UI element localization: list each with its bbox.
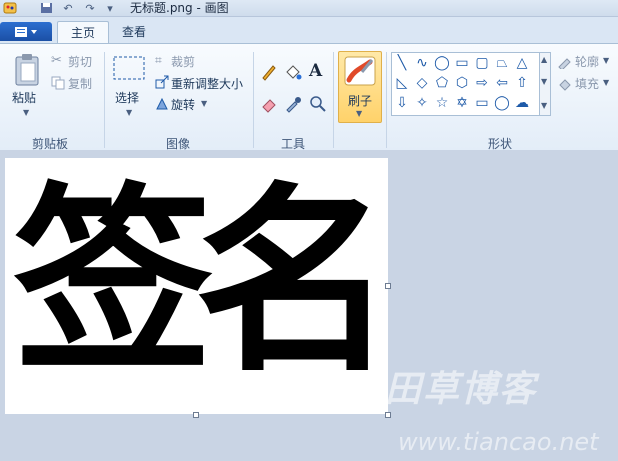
text-icon[interactable]: A [309,61,322,81]
outline-button[interactable]: 轮廓 [575,53,599,70]
cloud-callout-shape-icon[interactable]: ☁ [514,95,530,111]
watermark-logo: 田草博客 [385,369,538,410]
fill-dropdown-icon[interactable]: ▼ [603,78,609,87]
menu-icon [15,26,37,37]
copy-button[interactable]: 复制 [68,75,92,92]
select-icon[interactable] [112,55,146,81]
rotate-dropdown-icon[interactable]: ▼ [201,99,207,108]
rotate-icon[interactable] [155,97,169,111]
ribbon: 粘贴 ▼ ✂ 剪切 复制 剪贴板 选择 ▼ ⌗ 裁剪 重新调整大小 旋转 ▼ 图… [0,43,618,151]
select-button[interactable]: 选择 [115,89,139,106]
cut-icon[interactable]: ✂ [51,53,62,68]
up-arrow-shape-icon[interactable]: ⇧ [514,75,530,91]
redo-icon[interactable]: ↷ [82,1,98,15]
pencil-icon[interactable] [260,63,278,81]
shapes-gallery[interactable]: ╲ ∿ ◯ ▭ ▢ ⏢ △ ◺ ◇ ⬠ ⬡ ⇨ ⇦ ⇧ ⇩ ✧ ☆ ✡ ▭ ◯ … [391,52,541,116]
signature-text: 签名 [13,164,395,399]
cut-button[interactable]: 剪切 [68,53,92,70]
paste-button[interactable]: 粘贴 [12,89,36,106]
rectangle-shape-icon[interactable]: ▭ [454,55,470,71]
select-dropdown-icon[interactable]: ▼ [126,108,132,117]
fill-button[interactable]: 填充 [575,75,599,92]
separator [104,52,105,148]
eraser-icon[interactable] [260,95,278,113]
separator [386,52,387,148]
scroll-down-icon[interactable]: ▼ [541,77,547,86]
diamond-shape-icon[interactable]: ◇ [414,75,430,91]
more-shapes-icon[interactable]: ▼ [541,101,547,110]
separator [253,52,254,148]
resize-handle-bottom[interactable] [193,412,199,418]
outline-dropdown-icon[interactable]: ▼ [603,56,609,65]
rounded-rectangle-shape-icon[interactable]: ▢ [474,55,490,71]
line-shape-icon[interactable]: ╲ [394,55,410,71]
brushes-dropdown-icon: ▼ [356,109,363,118]
fill-icon[interactable] [557,77,573,91]
triangle-shape-icon[interactable]: △ [514,55,530,71]
magnifier-icon[interactable] [309,95,327,113]
window-title: 无标题.png - 画图 [130,1,229,15]
paste-dropdown-icon[interactable]: ▼ [23,108,29,117]
curve-shape-icon[interactable]: ∿ [414,55,430,71]
tab-view[interactable]: 查看 [112,21,156,43]
drawing-canvas[interactable]: 签名 [5,158,395,414]
resize-button[interactable]: 重新调整大小 [171,75,243,92]
four-point-star-shape-icon[interactable]: ✧ [414,95,430,111]
paste-icon[interactable] [13,53,43,87]
brushes-label: 刷子 [348,94,373,108]
down-arrow-shape-icon[interactable]: ⇩ [394,95,410,111]
crop-button[interactable]: 裁剪 [171,53,195,70]
six-point-star-shape-icon[interactable]: ✡ [454,95,470,111]
paint-app-icon[interactable] [2,1,18,15]
watermark-url: www.tiancao.net [398,428,599,456]
undo-icon[interactable]: ↶ [60,1,76,15]
resize-handle-corner[interactable] [385,412,391,418]
five-point-star-shape-icon[interactable]: ☆ [434,95,450,111]
brushes-button[interactable]: 刷子 ▼ [338,51,382,123]
rounded-callout-shape-icon[interactable]: ▭ [474,95,490,111]
oval-shape-icon[interactable]: ◯ [434,55,450,71]
shapes-scrollbar[interactable]: ▲ ▼ ▼ [539,52,551,116]
tab-home[interactable]: 主页 [57,21,109,44]
resize-handle-right[interactable] [385,283,391,289]
copy-icon[interactable] [51,76,65,90]
resize-icon[interactable] [155,75,169,89]
fill-with-color-icon[interactable] [284,63,302,81]
color-picker-icon[interactable] [284,95,302,113]
rotate-button[interactable]: 旋转 [171,96,195,113]
crop-icon[interactable]: ⌗ [155,53,162,68]
left-arrow-shape-icon[interactable]: ⇦ [494,75,510,91]
paint-menu-button[interactable] [0,22,52,41]
save-icon[interactable] [38,1,54,15]
oval-callout-shape-icon[interactable]: ◯ [494,95,510,111]
separator [333,52,334,148]
outline-icon[interactable] [557,55,573,69]
polygon-shape-icon[interactable]: ⏢ [494,55,510,71]
right-arrow-shape-icon[interactable]: ⇨ [474,75,490,91]
title-bar: ↶ ↷ ▾ 无标题.png - 画图 [0,0,618,17]
pentagon-shape-icon[interactable]: ⬠ [434,75,450,91]
right-triangle-shape-icon[interactable]: ◺ [394,75,410,91]
scroll-up-icon[interactable]: ▲ [541,55,547,64]
brush-icon [344,56,376,86]
hexagon-shape-icon[interactable]: ⬡ [454,75,470,91]
customize-quick-access-icon[interactable]: ▾ [104,1,116,15]
